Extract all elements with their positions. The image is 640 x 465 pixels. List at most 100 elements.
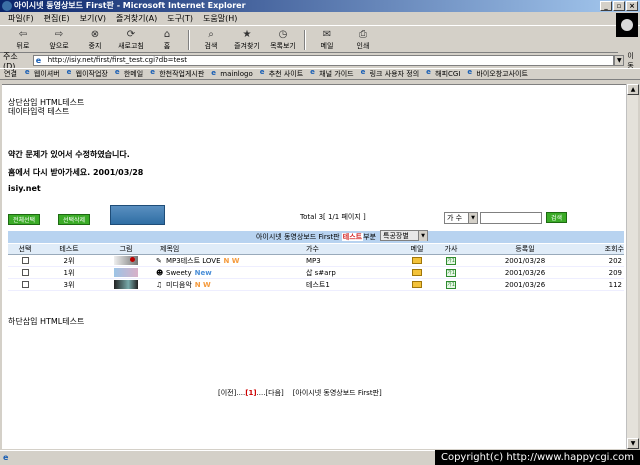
menu-tools[interactable]: 도구(T) (167, 13, 193, 24)
row-thumbnail[interactable] (114, 256, 138, 265)
search-label: 검색 (204, 41, 218, 50)
favorites-label: 즐겨찾기 (234, 41, 260, 50)
link-item[interactable]: 한메일 (113, 69, 148, 79)
board-title-highlight: 테스트 (341, 233, 364, 241)
back-button[interactable]: ⇦ 뒤로 (6, 29, 40, 51)
link-item[interactable]: 해피CGI (424, 69, 465, 79)
ie-logo-icon (2, 1, 12, 11)
music-note-icon: ✎ (156, 256, 162, 265)
print-button[interactable]: ⎙ 인쇄 (346, 29, 380, 51)
link-item[interactable]: 바이오창고사이트 (465, 69, 533, 79)
home-icon: ⌂ (163, 28, 171, 40)
print-label: 인쇄 (356, 41, 370, 50)
address-input[interactable]: http://isiy.net/first/first_test.cgi?db=… (32, 55, 615, 66)
copyright-text: Copyright(c) http://www.happycgi.com (434, 450, 640, 465)
lyrics-icon[interactable]: 가1 (446, 280, 456, 289)
row-singer: 삽 s#arp (306, 266, 398, 279)
toolbar-separator (304, 29, 306, 50)
row-date: 2001/03/26 (466, 266, 584, 279)
history-button[interactable]: ◷ 목록보기 (266, 29, 300, 51)
mail-icon[interactable] (412, 257, 422, 264)
pager-sep: .... (236, 389, 246, 397)
search-submit-button[interactable]: 검색 (546, 212, 568, 223)
col-date: 등록일 (466, 244, 584, 255)
board-title-bar: 아이시넷 동영상보드 First판 테스트부분 (8, 231, 624, 243)
row-checkbox[interactable] (21, 281, 29, 288)
prev-page-link[interactable]: [이전] (218, 389, 236, 397)
current-page[interactable]: [1] (245, 389, 256, 397)
link-item[interactable]: 웹이작업장 (65, 69, 113, 79)
chevron-down-icon: ▼ (468, 213, 477, 223)
lyrics-icon[interactable]: 가1 (446, 256, 456, 265)
scroll-up-icon[interactable]: ▲ (627, 84, 639, 95)
notice-line-1: 약간 문제가 있어서 수정하였습니다. (8, 150, 130, 159)
col-title: 제목임 (156, 244, 306, 255)
close-button[interactable]: × (626, 1, 638, 11)
scroll-down-icon[interactable]: ▼ (627, 438, 639, 449)
search-button[interactable]: ⌕ 검색 (194, 29, 228, 51)
board-home-link[interactable]: [아이시넷 동영상보드 First판] (293, 389, 382, 397)
vertical-scrollbar[interactable]: ▲ ▼ (626, 84, 639, 449)
banner-image (110, 205, 165, 225)
forward-button[interactable]: ⇨ 앞으로 (42, 29, 76, 51)
col-image: 그림 (96, 244, 156, 255)
table-row: 1위 ☻ Sweety New 삽 s#arp 가1 2001/03/26 209 (8, 266, 624, 279)
stop-button[interactable]: ⊗ 중지 (78, 29, 112, 51)
next-page-link[interactable]: [다음] (265, 389, 283, 397)
link-item[interactable]: 웹이셔버 (23, 69, 65, 79)
link-item[interactable]: 링크 사용자 정의 (359, 69, 425, 79)
genre-select[interactable]: 특공장별 ▼ (380, 230, 428, 241)
address-bar: 주소(D) http://isiy.net/first/first_test.c… (0, 52, 640, 71)
link-item[interactable]: 추천 사이트 (258, 69, 308, 79)
board-title: 아이시넷 동영상보드 First판 (255, 233, 342, 241)
link-item[interactable]: 한천작업게시판 (148, 69, 209, 79)
row-checkbox[interactable] (21, 257, 29, 264)
row-singer: MP3 (306, 254, 398, 267)
row-title-link[interactable]: Sweety (166, 269, 192, 277)
back-arrow-icon: ⇦ (18, 28, 28, 40)
address-dropdown-icon[interactable]: ▼ (614, 55, 625, 66)
mail-icon[interactable] (412, 269, 422, 276)
window-title: 아이시넷 동영상보드 First판 - Microsoft Internet E… (14, 1, 246, 10)
standard-toolbar: ⇦ 뒤로 ⇨ 앞으로 ⊗ 중지 ⟳ 새로고침 ⌂ 홈 ⌕ 검색 ★ 즐겨찾기 ◷ 목록보기 ✉ 메… (0, 27, 618, 53)
search-field-select[interactable]: 가 수 ▼ (444, 212, 478, 224)
mail-button[interactable]: ✉ 메일 (310, 29, 344, 51)
link-item[interactable]: mainlogo (209, 69, 257, 78)
row-views: 209 (584, 266, 624, 279)
maximize-button[interactable]: ▫ (613, 1, 625, 11)
song-table: 선택 테스트 그림 제목임 가수 메일 가사 등록일 조회수 2위 ✎ MP3테스… (8, 244, 624, 291)
row-rank: 1위 (42, 266, 96, 279)
midi-file-icon: ♫ (156, 280, 163, 289)
refresh-button[interactable]: ⟳ 새로고침 (114, 29, 148, 51)
mail-icon[interactable] (412, 281, 422, 288)
link-item[interactable]: 채널 가이드 (308, 69, 358, 79)
menu-help[interactable]: 도움말(H) (203, 13, 237, 24)
home-button[interactable]: ⌂ 홈 (150, 29, 184, 51)
minimize-button[interactable]: _ (600, 1, 612, 11)
refresh-label: 새로고침 (118, 41, 144, 50)
menu-edit[interactable]: 편집(E) (44, 13, 70, 24)
delete-selected-button[interactable]: 선택삭제 (58, 214, 91, 225)
links-label: 연결 (4, 70, 17, 78)
row-thumbnail[interactable] (114, 268, 138, 277)
row-checkbox[interactable] (21, 269, 29, 276)
row-title-link[interactable]: 미디음악 (166, 281, 192, 289)
new-badge: New (194, 268, 212, 277)
favorites-button[interactable]: ★ 즐겨찾기 (230, 29, 264, 51)
table-header-row: 선택 테스트 그림 제목임 가수 메일 가사 등록일 조회수 (8, 244, 624, 255)
lyrics-icon[interactable]: 가1 (446, 268, 456, 277)
menu-file[interactable]: 파일(F) (8, 13, 34, 24)
notice-line-2: 홈에서 다시 받아가세요. 2001/03/28 (8, 168, 144, 177)
search-field-value: 가 수 (447, 214, 463, 222)
menu-view[interactable]: 보기(V) (80, 13, 106, 24)
row-title-link[interactable]: MP3테스트 LOVE (166, 257, 221, 265)
bottom-insert-text: 하단삽입 HTML테스트 (8, 317, 85, 326)
menu-favorites[interactable]: 즐겨찾기(A) (116, 13, 157, 24)
row-singer: 테스트1 (306, 278, 398, 291)
col-select: 선택 (8, 244, 42, 255)
row-views: 112 (584, 278, 624, 291)
search-input[interactable] (480, 212, 542, 224)
menu-bar: 파일(F) 편집(E) 보기(V) 즐겨찾기(A) 도구(T) 도움말(H) (0, 12, 640, 26)
row-thumbnail[interactable] (114, 280, 138, 289)
select-all-button[interactable]: 전체선택 (8, 214, 41, 225)
